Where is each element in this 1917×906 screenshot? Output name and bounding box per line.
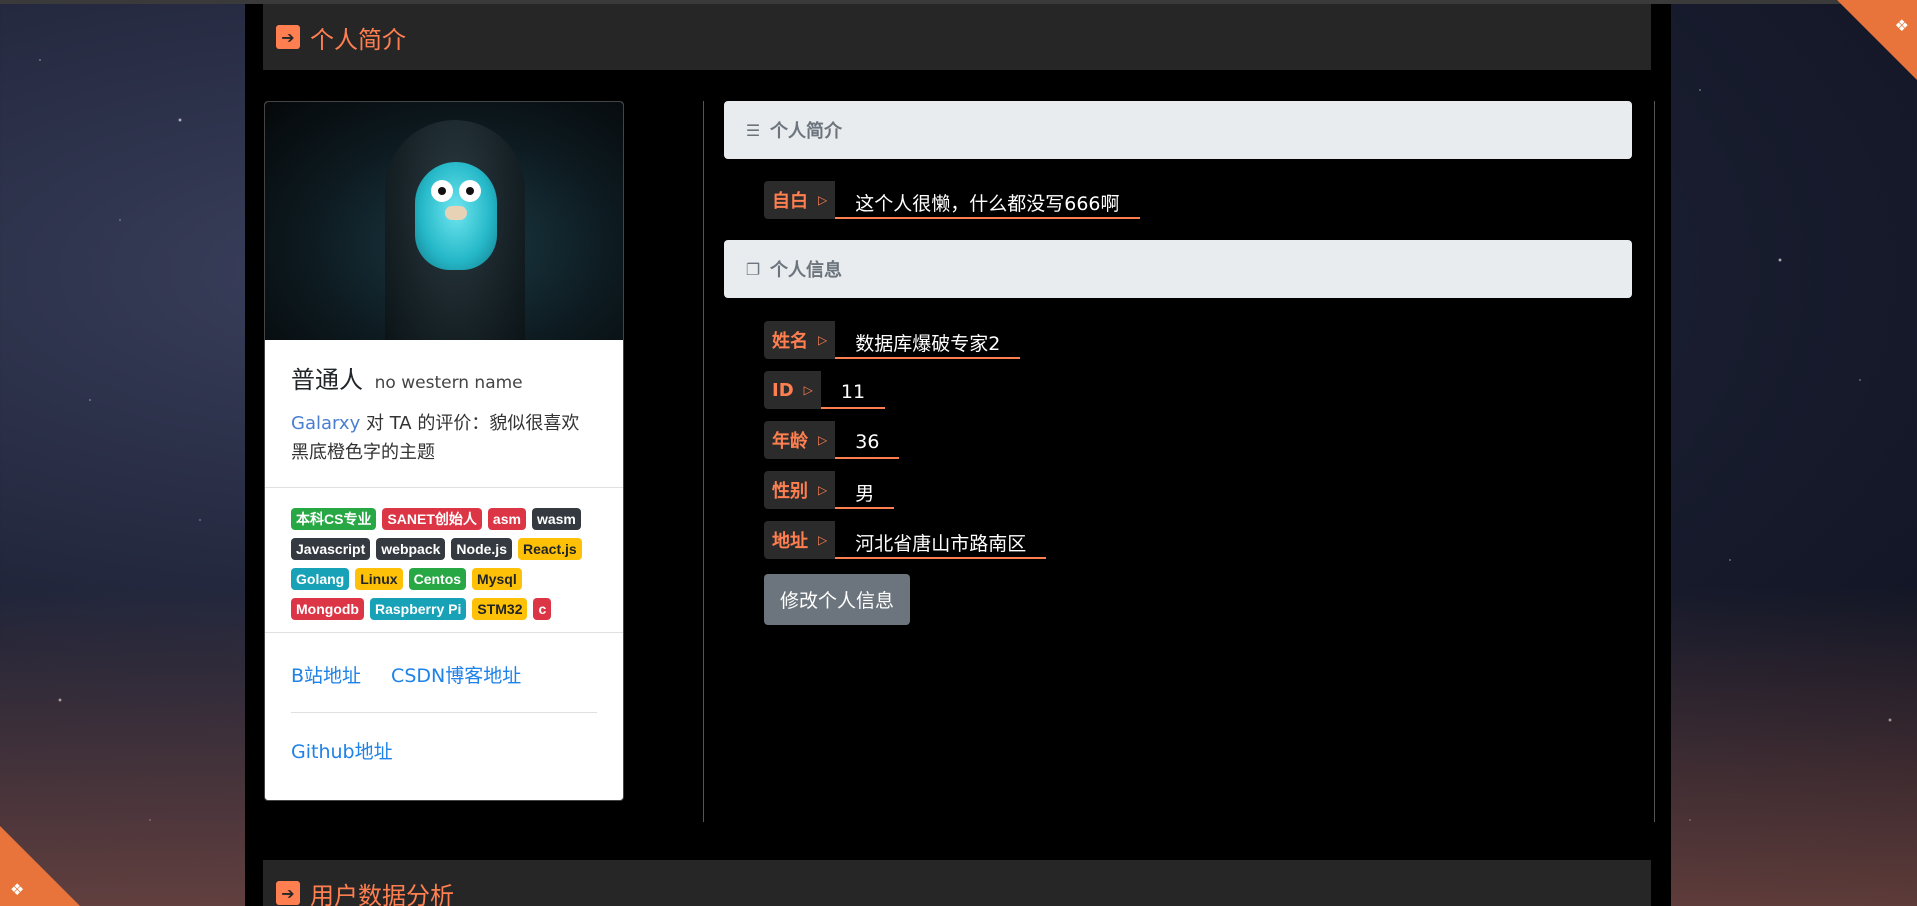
arrow-right-icon: ➔ [276, 25, 300, 49]
caret-right-icon: ▷ [803, 383, 813, 397]
edit-profile-button[interactable]: 修改个人信息 [764, 574, 911, 625]
skill-badge: wasm [531, 508, 581, 530]
field-value: 36 [835, 427, 900, 459]
skill-badge: 本科CS专业 [291, 508, 377, 530]
profile-detail-panel: ☰ 个人简介 自白 ▷ 这个人很懒，什么都没写666啊 ❐ 个人信息 姓名 ▷ … [703, 101, 1655, 822]
section-header-profile: ➔ 个人简介 [263, 4, 1651, 70]
field-name: 姓名 ▷ 数据库爆破专家2 [764, 319, 1021, 359]
caret-right-icon: ▷ [818, 333, 828, 347]
field-value: 11 [820, 377, 886, 409]
skill-badge: Node.js [451, 538, 512, 560]
info-panel-header: ❐ 个人信息 [724, 240, 1632, 298]
intro-panel-title: 个人简介 [770, 121, 842, 142]
copy-icon: ❐ [745, 259, 761, 279]
skill-badge: asm [487, 508, 526, 530]
caret-right-icon: ▷ [818, 483, 828, 497]
skill-badge: SANET创始人 [382, 508, 482, 530]
list-icon: ☰ [745, 120, 761, 140]
caret-right-icon: ▷ [818, 533, 828, 547]
section-title: 用户数据分析 [310, 881, 454, 906]
grid-icon: ❖ [10, 880, 25, 899]
english-name: no western name [374, 373, 523, 393]
field-label: ID ▷ [764, 371, 821, 409]
caret-right-icon: ▷ [818, 193, 828, 207]
skill-badge: Mongodb [291, 598, 364, 620]
skill-badge: c [533, 598, 552, 620]
section-header-analysis: ➔ 用户数据分析 [263, 860, 1651, 906]
gopher-face [415, 162, 497, 270]
skill-badge: Linux [355, 568, 403, 590]
skill-badges: 本科CS专业 SANET创始人 asm wasm Javascript webpack No… [265, 488, 623, 632]
field-age: 年龄 ▷ 36 [764, 419, 900, 459]
chinese-name: 普通人 [291, 366, 363, 394]
arrow-right-icon: ➔ [276, 881, 300, 905]
skill-badge: Javascript [291, 538, 371, 560]
skill-badge: STM32 [472, 598, 528, 620]
skill-badge: Raspberry Pi [369, 598, 467, 620]
skill-badge: webpack [376, 538, 446, 560]
field-value: 这个人很懒，什么都没写666啊 [835, 187, 1140, 219]
profile-bio: Galarxy 对 TA 的评价：貌似很喜欢黑底橙色字的主题 [291, 409, 597, 467]
profile-card: 普通人 no western name Galarxy 对 TA 的评价：貌似很… [264, 101, 624, 801]
skill-badge: Golang [291, 568, 350, 590]
skill-badge: Mysql [472, 568, 522, 590]
caret-right-icon: ▷ [818, 433, 828, 447]
field-label: 自白 ▷ [764, 181, 836, 219]
field-label: 性别 ▷ [764, 471, 836, 509]
field-label: 年龄 ▷ [764, 421, 836, 459]
skill-badge: Centos [408, 568, 467, 590]
csdn-link[interactable]: CSDN博客地址 [391, 661, 521, 688]
profile-links: B站地址 CSDN博客地址 Github地址 [265, 633, 623, 788]
skill-badge: React.js [518, 538, 582, 560]
field-id: ID ▷ 11 [764, 369, 886, 409]
grid-icon: ❖ [1894, 16, 1909, 35]
field-value: 河北省唐山市路南区 [835, 527, 1047, 559]
info-panel-title: 个人信息 [770, 260, 842, 281]
field-value: 男 [835, 477, 895, 509]
main-content: ➔ 个人简介 普通人 no western name Galarxy 对 TA … [245, 4, 1671, 906]
bilibili-link[interactable]: B站地址 [291, 661, 361, 688]
evaluator-link[interactable]: Galarxy [291, 413, 360, 434]
github-link[interactable]: Github地址 [291, 741, 393, 763]
field-label: 姓名 ▷ [764, 321, 836, 359]
field-self-intro: 自白 ▷ 这个人很懒，什么都没写666啊 [764, 179, 1140, 219]
section-title: 个人简介 [310, 25, 406, 54]
profile-name: 普通人 no western name [291, 360, 597, 395]
intro-panel-header: ☰ 个人简介 [724, 101, 1632, 159]
field-gender: 性别 ▷ 男 [764, 469, 895, 509]
avatar-image [265, 102, 623, 340]
field-label: 地址 ▷ [764, 521, 836, 559]
field-address: 地址 ▷ 河北省唐山市路南区 [764, 519, 1047, 559]
field-value: 数据库爆破专家2 [835, 327, 1021, 359]
